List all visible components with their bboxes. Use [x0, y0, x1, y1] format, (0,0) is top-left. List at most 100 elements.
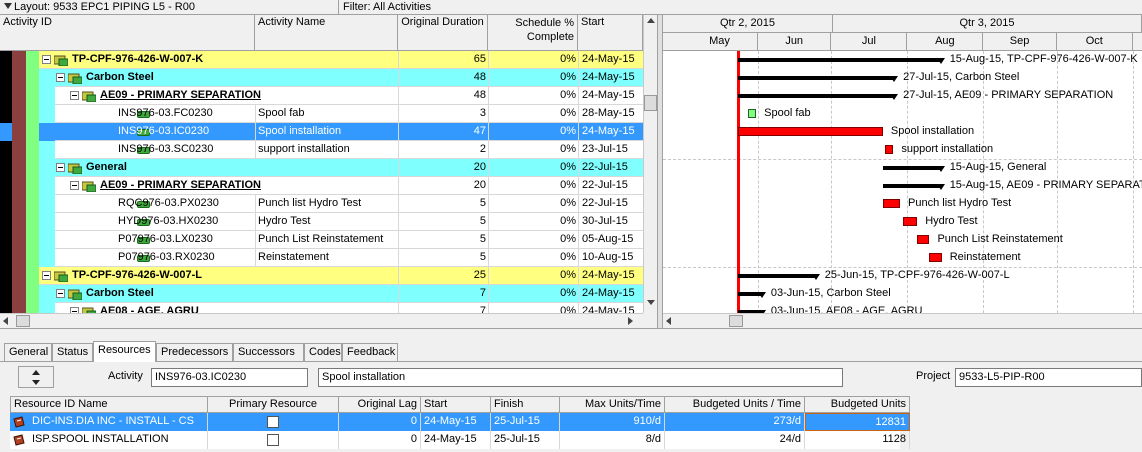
project-field[interactable]: 9533-L5-PIP-R00: [955, 368, 1142, 387]
schedule-pct-cell[interactable]: 0%: [488, 231, 578, 249]
resource-name-cell[interactable]: DIC-INS.DIA INC - INSTALL - CS: [10, 413, 208, 431]
scroll-down-arrow-icon[interactable]: [647, 300, 655, 305]
resource-col-header[interactable]: Max Units/Time: [560, 396, 665, 413]
activity-id-cell[interactable]: P07976-03.LX0230: [118, 231, 255, 249]
critical-activity-bar[interactable]: [885, 145, 894, 154]
table-row[interactable]: AE08 - AGE, AGRU 7 0% 24-May-15: [0, 303, 643, 313]
start-cell[interactable]: 24-May-15: [578, 87, 643, 105]
resource-finish-cell[interactable]: 25-Jul-15: [491, 431, 560, 449]
tab-feedback[interactable]: Feedback: [342, 343, 398, 362]
resource-bud-cell[interactable]: 1128: [805, 431, 910, 449]
table-row[interactable]: General 20 0% 22-Jul-15: [0, 159, 643, 177]
activity-id-cell[interactable]: RQC976-03.PX0230: [118, 195, 255, 213]
activity-id-cell[interactable]: TP-CPF-976-426-W-007-L: [72, 267, 398, 285]
critical-activity-bar[interactable]: [902, 217, 918, 226]
resource-max-cell[interactable]: 910/d: [560, 413, 665, 431]
collapse-toggle-icon[interactable]: [56, 163, 65, 172]
layout-bar[interactable]: Layout: 9533 EPC1 PIPING L5 - R00 Filter…: [0, 0, 1142, 15]
start-cell[interactable]: 22-Jul-15: [578, 177, 643, 195]
start-cell[interactable]: 24-May-15: [578, 285, 643, 303]
activity-id-cell[interactable]: INS976-03.FC0230: [118, 105, 255, 123]
collapse-toggle-icon[interactable]: [70, 91, 79, 100]
critical-activity-bar[interactable]: [882, 199, 901, 208]
schedule-pct-cell[interactable]: 0%: [488, 123, 578, 141]
start-cell[interactable]: 24-May-15: [578, 69, 643, 87]
table-row[interactable]: INS976-03.SC0230 support installation 2 0% 2…: [0, 141, 643, 159]
activity-bar[interactable]: [748, 109, 757, 118]
col-header-original-duration[interactable]: Original Duration: [398, 15, 488, 51]
start-cell[interactable]: 05-Aug-15: [578, 231, 643, 249]
resource-budtime-cell[interactable]: 273/d: [665, 413, 805, 431]
resource-start-cell[interactable]: 24-May-15: [421, 413, 491, 431]
activity-name-cell[interactable]: Spool fab: [258, 105, 396, 123]
summary-bar[interactable]: [738, 94, 899, 100]
primary-resource-cell[interactable]: [208, 413, 339, 431]
resource-row[interactable]: DIC-INS.DIA INC - INSTALL - CS 0 24-May-15…: [10, 413, 910, 431]
schedule-pct-cell[interactable]: 0%: [488, 87, 578, 105]
collapse-triangle-icon[interactable]: [4, 3, 12, 9]
activity-id-cell[interactable]: General: [86, 159, 398, 177]
table-row[interactable]: INS976-03.FC0230 Spool fab 3 0% 28-May-15: [0, 105, 643, 123]
filter-label[interactable]: Filter: All Activities: [343, 1, 431, 13]
gantt-scroll-left-arrow-icon[interactable]: [666, 317, 671, 325]
grid-horizontal-scrollbar[interactable]: [0, 313, 643, 328]
gantt-hscroll-thumb[interactable]: [729, 315, 743, 327]
activity-id-cell[interactable]: INS976-03.SC0230: [118, 141, 255, 159]
schedule-pct-cell[interactable]: 0%: [488, 105, 578, 123]
table-row[interactable]: AE09 - PRIMARY SEPARATION 20 0% 22-Jul-15: [0, 177, 643, 195]
activity-name-cell[interactable]: Punch list Hydro Test: [258, 195, 396, 213]
grid-vertical-scrollbar[interactable]: [643, 15, 657, 313]
summary-bar[interactable]: [738, 292, 766, 298]
duration-cell[interactable]: 65: [398, 51, 488, 69]
activity-name-cell[interactable]: support installation: [258, 141, 396, 159]
summary-bar[interactable]: [882, 166, 945, 172]
schedule-pct-cell[interactable]: 0%: [488, 213, 578, 231]
activity-id-cell[interactable]: AE08 - AGE, AGRU: [100, 303, 398, 313]
layout-label[interactable]: Layout: 9533 EPC1 PIPING L5 - R00: [14, 1, 195, 13]
summary-bar[interactable]: [738, 274, 820, 280]
scroll-thumb[interactable]: [644, 95, 657, 111]
collapse-toggle-icon[interactable]: [42, 271, 51, 280]
nav-arrows[interactable]: [18, 366, 54, 388]
start-cell[interactable]: 24-May-15: [578, 51, 643, 69]
prev-arrow-icon[interactable]: [32, 370, 40, 375]
duration-cell[interactable]: 7: [398, 303, 488, 313]
resource-max-cell[interactable]: 8/d: [560, 431, 665, 449]
primary-resource-checkbox[interactable]: [267, 434, 279, 446]
resource-lag-cell[interactable]: 0: [339, 413, 421, 431]
critical-activity-bar[interactable]: [738, 127, 883, 136]
table-row[interactable]: TP-CPF-976-426-W-007-K 65 0% 24-May-15: [0, 51, 643, 69]
start-cell[interactable]: 24-May-15: [578, 303, 643, 313]
scroll-right-arrow-icon[interactable]: [628, 317, 633, 325]
activity-grid[interactable]: TP-CPF-976-426-W-007-K 65 0% 24-May-15 Carbo…: [0, 51, 643, 313]
resource-col-header[interactable]: Finish: [491, 396, 560, 413]
detail-tabs[interactable]: General Status Resources Predecessors Succes…: [0, 341, 1142, 362]
schedule-pct-cell[interactable]: 0%: [488, 51, 578, 69]
start-cell[interactable]: 24-May-15: [578, 123, 643, 141]
tab-general[interactable]: General: [4, 343, 52, 362]
table-row[interactable]: Carbon Steel 48 0% 24-May-15: [0, 69, 643, 87]
resource-col-header[interactable]: Budgeted Units: [805, 396, 910, 413]
table-row[interactable]: Carbon Steel 7 0% 24-May-15: [0, 285, 643, 303]
start-cell[interactable]: 28-May-15: [578, 105, 643, 123]
col-header-start[interactable]: Start: [578, 15, 643, 51]
duration-cell[interactable]: 2: [398, 141, 488, 159]
next-arrow-icon[interactable]: [32, 380, 40, 385]
activity-id-cell[interactable]: Carbon Steel: [86, 285, 398, 303]
summary-bar[interactable]: [738, 76, 899, 82]
schedule-pct-cell[interactable]: 0%: [488, 285, 578, 303]
resource-finish-cell[interactable]: 25-Jul-15: [491, 413, 560, 431]
duration-cell[interactable]: 48: [398, 87, 488, 105]
duration-cell[interactable]: 25: [398, 267, 488, 285]
schedule-pct-cell[interactable]: 0%: [488, 141, 578, 159]
start-cell[interactable]: 23-Jul-15: [578, 141, 643, 159]
table-row[interactable]: P07976-03.RX0230 Reinstatement 5 0% 10-Aug-1…: [0, 249, 643, 267]
schedule-pct-cell[interactable]: 0%: [488, 69, 578, 87]
resource-col-header[interactable]: Start: [421, 396, 491, 413]
activity-id-cell[interactable]: P07976-03.RX0230: [118, 249, 255, 267]
activity-name-cell[interactable]: Spool installation: [258, 123, 396, 141]
resource-budtime-cell[interactable]: 24/d: [665, 431, 805, 449]
critical-activity-bar[interactable]: [917, 235, 930, 244]
resource-name-cell[interactable]: ISP.SPOOL INSTALLATION: [10, 431, 208, 449]
schedule-pct-cell[interactable]: 0%: [488, 303, 578, 313]
